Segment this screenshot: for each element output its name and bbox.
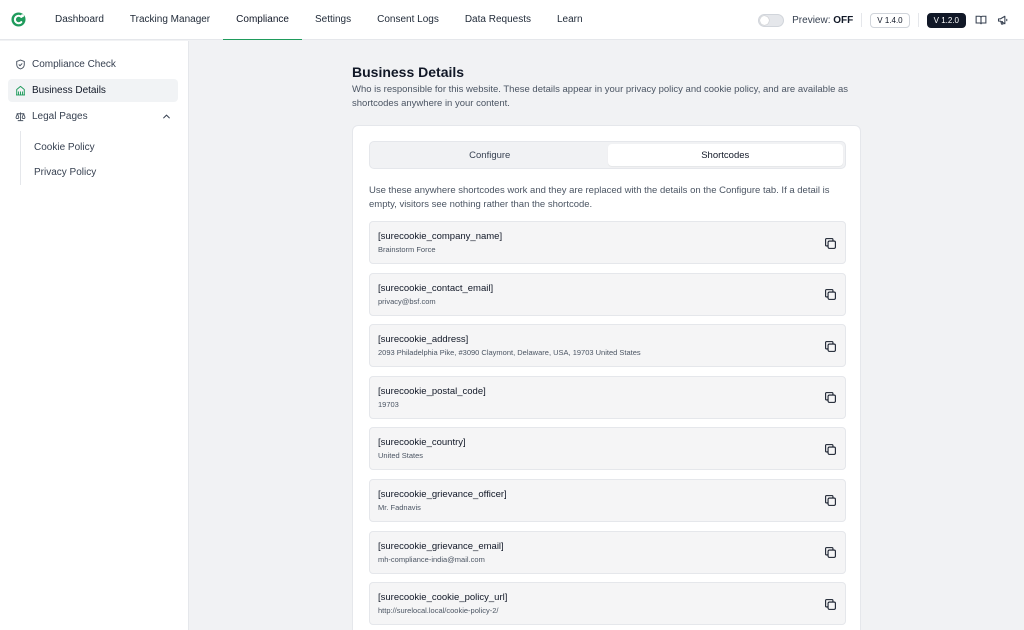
copy-icon[interactable] xyxy=(823,546,837,560)
nav-tracking-manager[interactable]: Tracking Manager xyxy=(117,0,223,40)
nav-consent-logs[interactable]: Consent Logs xyxy=(364,0,452,40)
top-navigation-bar: Dashboard Tracking Manager Compliance Se… xyxy=(0,0,1024,40)
shortcode-item: [surecookie_contact_email] privacy@bsf.c… xyxy=(369,272,846,316)
shortcode-value: Brainstorm Force xyxy=(378,245,436,254)
sidebar-item-cookie-policy[interactable]: Cookie Policy xyxy=(21,135,188,160)
shortcode-item: [surecookie_grievance_officer] Mr. Fadna… xyxy=(369,478,846,522)
sidebar-item-compliance-check[interactable]: Compliance Check xyxy=(8,53,178,76)
sidebar-item-business-details[interactable]: Business Details xyxy=(8,79,178,102)
copy-icon[interactable] xyxy=(823,442,837,456)
header-tools: Preview: OFF V 1.4.0 V 1.2.0 xyxy=(758,0,1010,40)
building-icon xyxy=(15,85,26,96)
preview-toggle[interactable] xyxy=(758,13,785,27)
preview-label-text: Preview: xyxy=(792,14,831,26)
shortcode-item: [surecookie_postal_code] 19703 xyxy=(369,375,846,419)
surecookie-logo-icon[interactable] xyxy=(11,12,26,27)
header-divider xyxy=(861,13,863,27)
shortcode-code: [surecookie_country] xyxy=(378,437,466,449)
shortcode-code: [surecookie_address] xyxy=(378,334,469,346)
page-description: Who is responsible for this website. The… xyxy=(352,84,849,109)
tab-shortcodes[interactable]: Shortcodes xyxy=(607,144,843,166)
business-details-card: Configure Shortcodes Use these anywhere … xyxy=(352,125,861,630)
nav-data-requests[interactable]: Data Requests xyxy=(452,0,544,40)
nav-settings[interactable]: Settings xyxy=(302,0,364,40)
tab-configure[interactable]: Configure xyxy=(372,144,608,166)
page-title: Business Details xyxy=(352,64,465,80)
main-nav: Dashboard Tracking Manager Compliance Se… xyxy=(42,0,596,40)
header-divider xyxy=(917,13,919,27)
nav-compliance[interactable]: Compliance xyxy=(223,0,302,40)
main-content: Business Details Who is responsible for … xyxy=(190,41,1024,630)
sidebar-item-label: Business Details xyxy=(32,85,106,96)
shortcode-code: [surecookie_grievance_officer] xyxy=(378,488,507,500)
shortcodes-intro: Use these anywhere shortcodes work and t… xyxy=(369,185,830,210)
preview-state: OFF xyxy=(833,14,854,26)
shortcode-code: [surecookie_grievance_email] xyxy=(378,540,504,552)
shortcode-value: mh-compliance-india@mail.com xyxy=(378,554,485,564)
megaphone-icon[interactable] xyxy=(996,13,1010,27)
sidebar-item-legal-pages[interactable]: Legal Pages xyxy=(8,105,178,128)
shortcode-item: [surecookie_grievance_email] mh-complian… xyxy=(369,530,846,574)
plugin-version-badge: V 1.4.0 xyxy=(870,12,910,28)
shortcode-value: http://surelocal.local/cookie-policy-2/ xyxy=(378,606,499,616)
copy-icon[interactable] xyxy=(823,288,837,302)
shortcode-value: 2093 Philadelphia Pike, #3090 Claymont, … xyxy=(378,348,641,358)
copy-icon[interactable] xyxy=(823,236,837,250)
tab-group: Configure Shortcodes xyxy=(369,141,846,169)
scale-icon xyxy=(15,111,26,122)
shortcode-item: [surecookie_country] United States xyxy=(369,427,846,471)
shortcode-code: [surecookie_cookie_policy_url] xyxy=(378,592,508,604)
shortcode-code: [surecookie_company_name] xyxy=(378,231,503,242)
shortcode-value: United States xyxy=(378,451,424,461)
copy-icon[interactable] xyxy=(823,597,837,611)
nav-learn[interactable]: Learn xyxy=(544,0,596,40)
legal-pages-submenu: Cookie Policy Privacy Policy xyxy=(20,131,188,185)
shortcode-code: [surecookie_contact_email] xyxy=(378,282,494,294)
book-icon[interactable] xyxy=(974,13,988,27)
pro-version-badge: V 1.2.0 xyxy=(926,12,966,28)
shortcode-item: [surecookie_address] 2093 Philadelphia P… xyxy=(369,324,846,368)
sidebar: Compliance Check Business Details Legal … xyxy=(0,41,189,630)
shortcode-value: privacy@bsf.com xyxy=(378,296,436,306)
shortcode-value: Mr. Fadnavis xyxy=(378,502,421,512)
shortcode-item: [surecookie_cookie_policy_url] http://su… xyxy=(369,582,846,626)
preview-label: Preview: OFF xyxy=(792,15,853,26)
copy-icon[interactable] xyxy=(823,339,837,353)
shortcode-value: 19703 xyxy=(378,399,399,409)
copy-icon[interactable] xyxy=(823,494,837,508)
shortcode-list: [surecookie_company_name] Brainstorm For… xyxy=(369,221,846,630)
sidebar-item-label: Legal Pages xyxy=(32,111,88,122)
chevron-up-icon[interactable] xyxy=(162,112,171,121)
nav-dashboard[interactable]: Dashboard xyxy=(42,0,117,40)
sidebar-item-privacy-policy[interactable]: Privacy Policy xyxy=(21,160,188,185)
sidebar-item-label: Compliance Check xyxy=(32,59,116,70)
shortcode-code: [surecookie_postal_code] xyxy=(378,385,486,397)
shortcode-item: [surecookie_company_name] Brainstorm For… xyxy=(369,221,846,264)
shield-check-icon xyxy=(15,59,26,70)
toggle-knob xyxy=(760,15,770,25)
copy-icon[interactable] xyxy=(823,391,837,405)
